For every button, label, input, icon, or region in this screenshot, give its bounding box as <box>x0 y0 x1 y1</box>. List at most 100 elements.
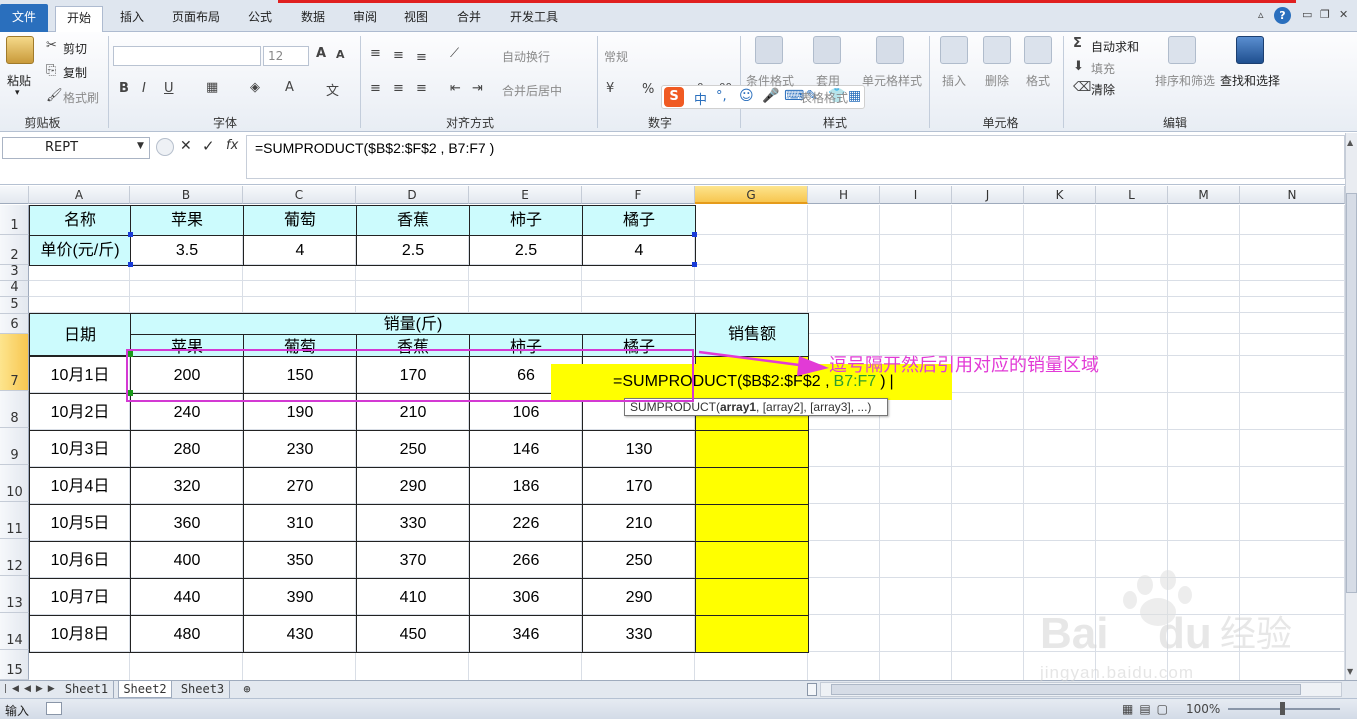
cell-B14[interactable]: 480 <box>130 615 244 653</box>
cell-E14[interactable]: 346 <box>469 615 583 653</box>
cell-B9[interactable]: 280 <box>130 430 244 468</box>
row-header-7[interactable]: 7 <box>0 334 29 391</box>
tab-data[interactable]: 数据 <box>291 6 335 32</box>
cell-B12[interactable]: 400 <box>130 541 244 579</box>
cell-F1[interactable]: 橘子 <box>582 205 696 236</box>
macro-record-icon[interactable] <box>46 702 62 715</box>
column-header-B[interactable]: B <box>130 186 243 204</box>
cell-B13[interactable]: 440 <box>130 578 244 616</box>
paste-icon[interactable] <box>6 36 34 64</box>
row-header-15[interactable]: 15 <box>0 650 29 680</box>
cell-C12[interactable]: 350 <box>243 541 357 579</box>
align-bottom-icon[interactable]: ≡ <box>416 50 427 65</box>
cell-A9[interactable]: 10月3日 <box>29 430 131 468</box>
vertical-scrollbar[interactable]: ▲ ▼ <box>1345 133 1357 680</box>
scroll-thumb[interactable] <box>1346 193 1357 593</box>
cell-A5-date-header[interactable]: 日期 <box>29 313 131 356</box>
merge-center-button[interactable]: 合并后居中 <box>502 82 562 99</box>
cell-C11[interactable]: 310 <box>243 504 357 542</box>
scroll-up-icon[interactable]: ▲ <box>1347 138 1353 147</box>
conditional-format-button[interactable]: 条件格式 <box>746 72 794 89</box>
column-header-A[interactable]: A <box>29 186 130 204</box>
font-name-combo[interactable] <box>113 46 261 66</box>
insert-cells-icon[interactable] <box>940 36 968 64</box>
column-header-C[interactable]: C <box>243 186 356 204</box>
tab-merge[interactable]: 合并 <box>447 6 491 32</box>
borders-icon[interactable]: ▦ <box>206 80 218 95</box>
cell-G13[interactable] <box>695 578 809 616</box>
insert-cells-button[interactable]: 插入 <box>942 72 966 89</box>
cell-G14[interactable] <box>695 615 809 653</box>
column-header-M[interactable]: M <box>1168 186 1240 204</box>
cell-F9[interactable]: 130 <box>582 430 696 468</box>
cell-B1[interactable]: 苹果 <box>130 205 244 236</box>
cell-A11[interactable]: 10月5日 <box>29 504 131 542</box>
cell-B10[interactable]: 320 <box>130 467 244 505</box>
font-size-combo[interactable]: 12 <box>263 46 309 66</box>
formula-expand-icon[interactable] <box>156 138 174 156</box>
orientation-icon[interactable]: ⟋ <box>450 46 459 61</box>
window-minimize-icon[interactable]: ▭ <box>1302 8 1312 21</box>
tab-insert[interactable]: 插入 <box>110 6 154 32</box>
bold-icon[interactable]: B <box>119 81 129 96</box>
row-header-13[interactable]: 13 <box>0 576 29 613</box>
column-header-E[interactable]: E <box>469 186 582 204</box>
row-header-9[interactable]: 9 <box>0 428 29 465</box>
cell-D13[interactable]: 410 <box>356 578 470 616</box>
formula-input[interactable]: =SUMPRODUCT($B$2:$F$2 , B7:F7 ) <box>246 135 1345 179</box>
delete-cells-button[interactable]: 删除 <box>985 72 1009 89</box>
column-header-I[interactable]: I <box>880 186 952 204</box>
grow-font-icon[interactable]: A <box>316 46 326 61</box>
ribbon-minimize-icon[interactable]: ▵ <box>1258 8 1264 21</box>
sheet-nav-icon[interactable]: |◀◀▶▶| <box>4 681 68 698</box>
align-center-icon[interactable]: ≡ <box>393 81 404 96</box>
format-cells-button[interactable]: 格式 <box>1026 72 1050 89</box>
format-cells-icon[interactable] <box>1024 36 1052 64</box>
zoom-level[interactable]: 100% <box>1186 702 1220 716</box>
column-header-N[interactable]: N <box>1240 186 1345 204</box>
italic-icon[interactable]: I <box>142 81 146 96</box>
sort-filter-button[interactable]: 排序和筛选 <box>1155 72 1215 89</box>
cell-D2[interactable]: 2.5 <box>356 235 470 266</box>
cell-G9[interactable] <box>695 430 809 468</box>
fill-color-icon[interactable]: ◈ <box>250 80 260 95</box>
ime-voice-icon[interactable]: 🎤 <box>762 88 779 104</box>
window-close-icon[interactable]: ✕ <box>1339 8 1348 21</box>
cell-A10[interactable]: 10月4日 <box>29 467 131 505</box>
tab-developer[interactable]: 开发工具 <box>502 6 566 32</box>
cell-E1[interactable]: 柿子 <box>469 205 583 236</box>
cell-A7[interactable]: 10月1日 <box>29 356 131 394</box>
number-format-combo[interactable]: 常规 <box>604 48 628 65</box>
cell-E12[interactable]: 266 <box>469 541 583 579</box>
row-header-4[interactable]: 4 <box>0 280 29 297</box>
cell-F14[interactable]: 330 <box>582 615 696 653</box>
column-header-G[interactable]: G <box>695 186 808 204</box>
ime-chinese-mode-icon[interactable]: 中 <box>694 89 707 108</box>
tab-view[interactable]: 视图 <box>394 6 438 32</box>
cell-D1[interactable]: 香蕉 <box>356 205 470 236</box>
cell-F11[interactable]: 210 <box>582 504 696 542</box>
cell-D10[interactable]: 290 <box>356 467 470 505</box>
cell-C14[interactable]: 430 <box>243 615 357 653</box>
cell-C13[interactable]: 390 <box>243 578 357 616</box>
format-painter-button[interactable]: 格式刷 <box>63 89 99 106</box>
row-header-10[interactable]: 10 <box>0 465 29 502</box>
cell-A1[interactable]: 名称 <box>29 205 131 236</box>
sheet-tab-1[interactable]: Sheet1 <box>60 681 114 698</box>
cell-A8[interactable]: 10月2日 <box>29 393 131 431</box>
tab-review[interactable]: 审阅 <box>343 6 387 32</box>
find-select-button[interactable]: 查找和选择 <box>1220 72 1280 89</box>
row-header-1[interactable]: 1 <box>0 205 29 235</box>
cell-G11[interactable] <box>695 504 809 542</box>
cell-E9[interactable]: 146 <box>469 430 583 468</box>
ime-menu-icon[interactable]: ▦ <box>848 88 861 104</box>
cell-F12[interactable]: 250 <box>582 541 696 579</box>
scroll-down-icon[interactable]: ▼ <box>1347 667 1353 676</box>
align-right-icon[interactable]: ≡ <box>416 81 427 96</box>
selection-handle[interactable] <box>128 232 133 237</box>
cell-F10[interactable]: 170 <box>582 467 696 505</box>
ime-punctuation-icon[interactable]: °, <box>716 89 727 104</box>
window-restore-icon[interactable]: ❐ <box>1320 8 1330 21</box>
cell-C1[interactable]: 葡萄 <box>243 205 357 236</box>
shrink-font-icon[interactable]: A <box>336 48 345 61</box>
